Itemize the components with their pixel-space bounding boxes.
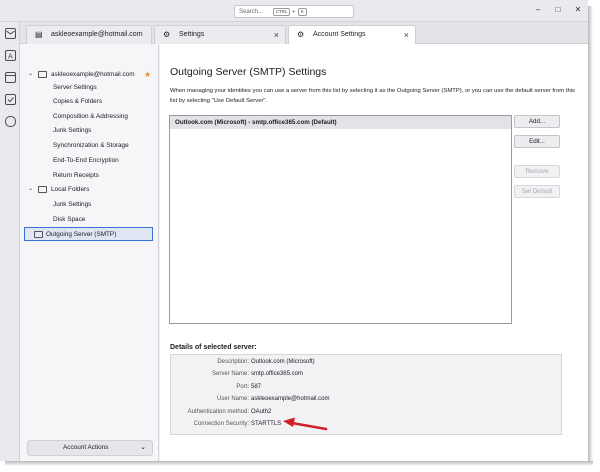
sidebar-item-junk-settings[interactable]: Junk Settings [53, 124, 91, 137]
server-details: Description: Outlook.com (Microsoft) Ser… [170, 354, 562, 435]
tree-local-folders[interactable]: ⌄ Local Folders [28, 183, 153, 196]
chat-icon[interactable] [5, 116, 16, 127]
account-icon: ▤ [35, 30, 43, 39]
tab-settings[interactable]: ⚙ Settings × [154, 25, 286, 44]
page-description: When managing your identities you can us… [170, 88, 576, 104]
minimize-icon[interactable]: – [532, 4, 544, 16]
page-title: Outgoing Server (SMTP) Settings [170, 66, 327, 78]
maximize-icon[interactable]: □ [552, 4, 564, 16]
detail-label: User Name: [216, 396, 249, 402]
set-default-button[interactable]: Set Default [514, 185, 560, 198]
chevron-down-icon: ⌄ [140, 444, 146, 451]
edit-button[interactable]: Edit... [514, 135, 560, 148]
tasks-icon[interactable] [5, 94, 16, 105]
outgoing-server-icon [34, 231, 43, 238]
tree-account[interactable]: ⌄ askleoexample@hotmail.com ★ [28, 68, 153, 81]
add-button[interactable]: Add... [514, 115, 560, 128]
smtp-server-list[interactable]: Outlook.com (Microsoft) - smtp.office365… [169, 115, 512, 324]
tab-label: Account Settings [313, 31, 366, 38]
window-shadow [588, 6, 593, 466]
shortcut-k: K [297, 8, 307, 16]
chevron-down-icon[interactable]: ⌄ [28, 68, 33, 81]
close-icon[interactable]: × [274, 30, 279, 40]
remove-button[interactable]: Remove [514, 165, 560, 178]
sidebar-item-server-settings[interactable]: Server Settings [53, 81, 97, 94]
sidebar-item-return-receipts[interactable]: Return Receipts [53, 169, 99, 182]
account-icon [38, 71, 47, 78]
smtp-settings-panel: Outgoing Server (SMTP) Settings When man… [160, 44, 588, 461]
calendar-icon[interactable] [5, 72, 16, 83]
sidebar-item-local-junk[interactable]: Junk Settings [53, 198, 91, 211]
shortcut-ctrl: CTRL [272, 8, 291, 16]
tab-account[interactable]: ▤ askleoexample@hotmail.com [26, 25, 152, 44]
detail-label: Description: [217, 359, 249, 365]
sidebar-item-sync-storage[interactable]: Synchronization & Storage [53, 139, 129, 152]
application-window: Search... CTRL + K – □ ✕ A ▤ askleoexamp… [0, 0, 588, 461]
detail-label: Connection Security: [193, 421, 249, 427]
chevron-down-icon[interactable]: ⌄ [28, 183, 33, 196]
detail-value: smtp.office365.com [251, 371, 303, 377]
detail-label: Port: [236, 384, 249, 390]
local-folders-label: Local Folders [51, 186, 90, 193]
address-book-icon[interactable]: A [5, 50, 16, 61]
detail-value: 587 [251, 384, 262, 390]
svg-text:A: A [8, 54, 13, 61]
detail-value: OAuth2 [251, 409, 272, 415]
tab-strip: ▤ askleoexample@hotmail.com ⚙ Settings ×… [20, 22, 588, 44]
window-shadow [5, 461, 593, 466]
detail-label: Server Name: [211, 371, 249, 377]
tab-label: Settings [179, 31, 205, 38]
search-input[interactable]: Search... CTRL + K [234, 5, 354, 18]
folder-icon [38, 186, 47, 193]
search-placeholder: Search... [239, 9, 264, 15]
account-tree: ⌄ askleoexample@hotmail.com ★ Server Set… [20, 44, 159, 461]
account-actions-label: Account Actions [63, 444, 109, 451]
tab-account-settings[interactable]: ⚙ Account Settings × [288, 25, 416, 44]
sidebar-item-disk-space[interactable]: Disk Space [53, 213, 85, 226]
account-name: askleoexample@hotmail.com [51, 71, 135, 78]
detail-value: askleoexample@hotmail.com [251, 396, 330, 402]
details-heading: Details of selected server: [170, 344, 257, 351]
detail-value: Outlook.com (Microsoft) [251, 359, 315, 365]
tab-label: askleoexample@hotmail.com [51, 31, 143, 38]
sidebar-item-composition[interactable]: Composition & Addressing [53, 110, 128, 123]
annotation-arrow-icon [283, 417, 328, 431]
sidebar-item-copies-folders[interactable]: Copies & Folders [53, 95, 102, 108]
mail-icon[interactable] [5, 28, 16, 39]
star-icon: ★ [144, 70, 152, 79]
sidebar-item-smtp[interactable]: Outgoing Server (SMTP) [24, 227, 153, 241]
gear-icon: ⚙ [163, 30, 171, 39]
close-icon[interactable]: × [404, 30, 409, 40]
account-actions-button[interactable]: Account Actions ⌄ [27, 440, 153, 456]
list-item[interactable]: Outlook.com (Microsoft) - smtp.office365… [170, 116, 511, 129]
close-window-icon[interactable]: ✕ [572, 4, 584, 16]
spaces-toolbar: A [0, 22, 20, 461]
title-bar: Search... CTRL + K – □ ✕ [0, 0, 588, 22]
detail-label: Authentication method: [187, 409, 249, 415]
sidebar-item-e2e-encryption[interactable]: End-To-End Encryption [53, 154, 119, 167]
smtp-label: Outgoing Server (SMTP) [46, 231, 117, 238]
detail-value: STARTTLS [251, 421, 282, 427]
account-settings-icon: ⚙ [297, 30, 305, 39]
